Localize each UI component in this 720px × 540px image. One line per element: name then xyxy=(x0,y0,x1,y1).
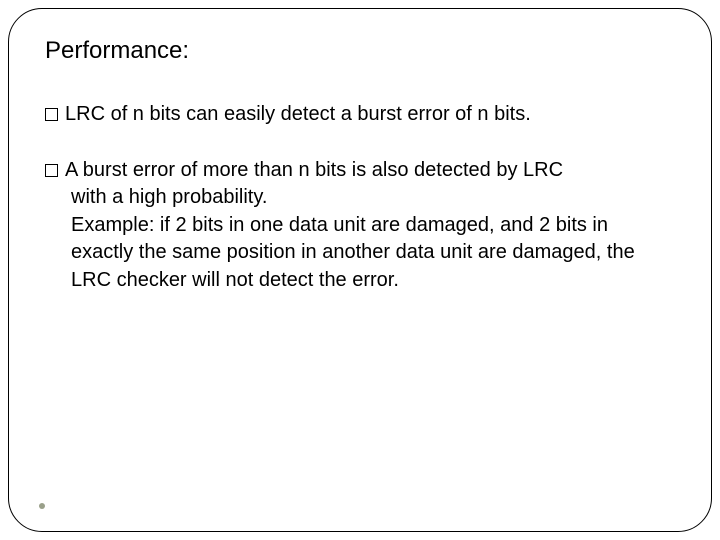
bullet-text: LRC of n bits can easily detect a burst … xyxy=(65,103,531,125)
bullet-marker-icon xyxy=(45,108,58,121)
bullet-item: LRC of n bits can easily detect a burst … xyxy=(45,101,675,129)
slide-title: Performance: xyxy=(45,37,675,65)
bullet-marker-icon xyxy=(45,164,58,177)
bullet-continuation: with a high probability. Example: if 2 b… xyxy=(71,184,675,294)
decorative-dot-icon xyxy=(39,503,45,509)
bullet-line: LRC of n bits can easily detect a burst … xyxy=(45,101,675,129)
bullet-text: A burst error of more than n bits is als… xyxy=(65,159,563,181)
bullet-item: A burst error of more than n bits is als… xyxy=(45,157,675,295)
slide-frame: Performance: LRC of n bits can easily de… xyxy=(8,8,712,532)
bullet-line: A burst error of more than n bits is als… xyxy=(45,157,675,185)
